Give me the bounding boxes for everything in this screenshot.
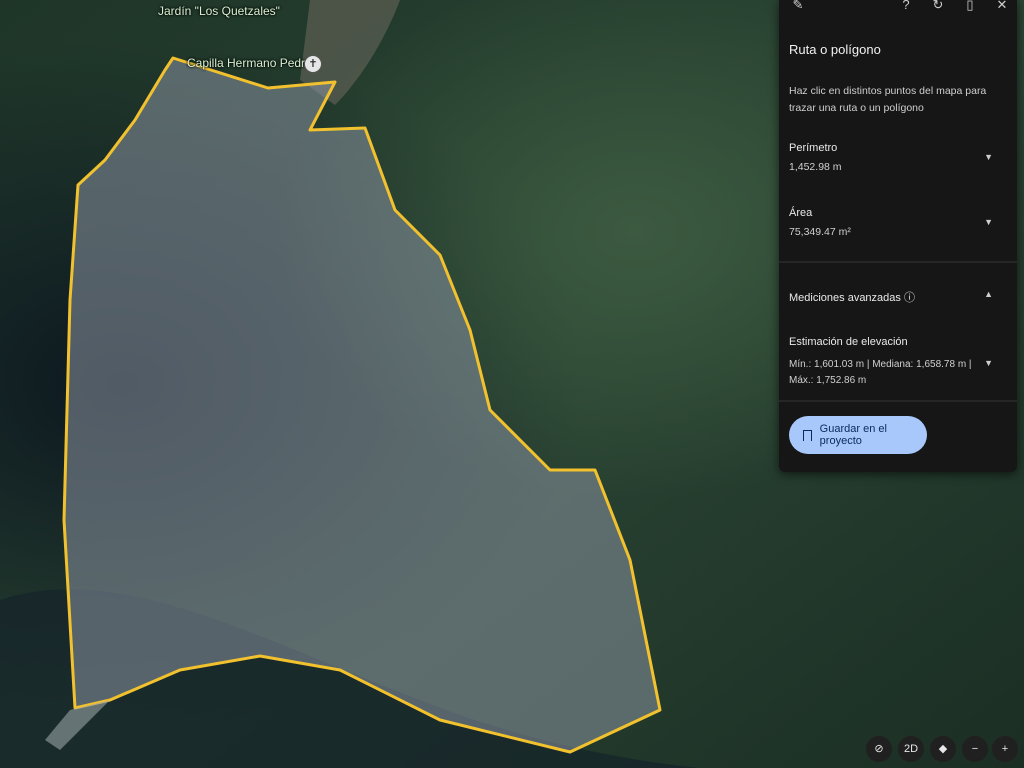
area-section[interactable]: Área 75,349.47 m² ▼	[779, 203, 1017, 253]
advanced-measurements-label: Mediciones avanzadas ⓘ	[789, 292, 915, 304]
panel-title: Ruta o polígono	[789, 42, 881, 57]
help-icon[interactable]: ?	[897, 0, 915, 14]
measurement-panel: ✎ ? ↻ ▯ ✕ Ruta o polígono Haz clic en di…	[779, 0, 1017, 472]
map-controls: ⊘ 2D ◆ − +	[862, 730, 1024, 768]
street-view-icon[interactable]: ◆	[930, 736, 956, 762]
bookmark-icon	[803, 429, 812, 441]
elevation-label: Estimación de elevación	[789, 336, 908, 348]
chevron-down-icon[interactable]: ▼	[984, 152, 993, 162]
save-to-project-button[interactable]: Guardar en el proyecto	[789, 416, 927, 454]
perimeter-value: 1,452.98 m	[789, 161, 842, 173]
chevron-down-icon[interactable]: ▼	[984, 358, 993, 368]
undo-icon[interactable]: ↻	[929, 0, 947, 14]
area-label: Área	[789, 207, 813, 219]
ruler-icon[interactable]: ✎	[789, 0, 807, 14]
chevron-down-icon[interactable]: ▼	[984, 217, 993, 227]
perimeter-section[interactable]: Perímetro 1,452.98 m ▼	[779, 138, 1017, 188]
map-label-garden[interactable]: Jardín "Los Quetzales"	[158, 4, 280, 18]
perimeter-label: Perímetro	[789, 142, 838, 154]
advanced-measurements-header[interactable]: Mediciones avanzadas ⓘ ▲	[779, 285, 1017, 309]
view-2d-button[interactable]: 2D	[898, 736, 924, 762]
divider	[779, 400, 1017, 402]
cross-pin-icon[interactable]: ✝	[304, 55, 322, 73]
save-to-project-label: Guardar en el proyecto	[819, 423, 887, 447]
panel-help-text: Haz clic en distintos puntos del mapa pa…	[789, 85, 987, 114]
area-value: 75,349.47 m²	[789, 226, 851, 238]
close-icon[interactable]: ✕	[993, 0, 1011, 14]
zoom-out-button[interactable]: −	[962, 736, 988, 762]
chevron-up-icon[interactable]: ▲	[984, 289, 993, 299]
trash-icon[interactable]: ▯	[961, 0, 979, 14]
compass-icon[interactable]: ⊘	[866, 736, 892, 762]
panel-toolbar: ✎ ? ↻ ▯ ✕	[779, 0, 1017, 14]
map-label-chapel[interactable]: Capilla Hermano Pedro	[187, 56, 312, 70]
zoom-in-button[interactable]: +	[992, 736, 1018, 762]
elevation-values: Mín.: 1,601.03 m | Mediana: 1,658.78 m |…	[789, 359, 972, 386]
divider	[779, 261, 1017, 263]
